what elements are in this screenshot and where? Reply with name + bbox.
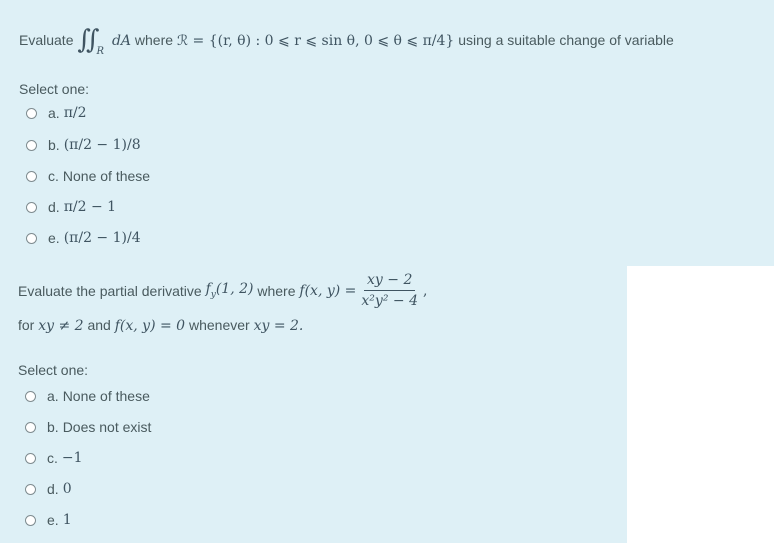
- option-letter: d.: [48, 199, 60, 215]
- option-letter: c.: [47, 450, 58, 466]
- option-letter: b.: [47, 419, 59, 435]
- select-one-label: Select one:: [19, 81, 90, 97]
- option-text: π/2 − 1: [63, 199, 117, 215]
- option-text: None of these: [62, 388, 150, 404]
- option-letter: e.: [48, 230, 60, 246]
- select-one-label: Select one:: [18, 362, 89, 378]
- q1-option-a[interactable]: a. π/2: [26, 105, 87, 121]
- question-2-line-2: for xy ≠ 2 and f(x, y) = 0 whenever xy =…: [18, 317, 303, 334]
- double-integral-symbol: ∬: [77, 25, 99, 55]
- condition-3: xy = 2.: [253, 318, 304, 334]
- option-letter: d.: [47, 481, 59, 497]
- q2-option-a[interactable]: a. None of these: [25, 388, 150, 404]
- region-definition: ℛ = {(r, θ) : 0 ⩽ r ⩽ sin θ, 0 ⩽ θ ⩽ π/4…: [176, 33, 455, 49]
- question-1-prefix: Evaluate: [19, 32, 74, 48]
- integrand: dA: [111, 33, 132, 49]
- radio-button[interactable]: [26, 170, 37, 182]
- radio-button[interactable]: [26, 201, 37, 213]
- option-text: 0: [62, 481, 72, 497]
- question-2-prefix: Evaluate the partial derivative: [18, 282, 202, 299]
- q1-option-c[interactable]: c. None of these: [26, 168, 150, 184]
- where-word: where: [134, 32, 174, 48]
- radio-button[interactable]: [25, 483, 36, 495]
- option-letter: b.: [48, 137, 60, 153]
- option-text: (π/2 − 1)/4: [63, 230, 141, 246]
- radio-button[interactable]: [25, 421, 36, 433]
- q2-option-b[interactable]: b. Does not exist: [25, 419, 151, 435]
- function-definition: f(x, y) =: [299, 282, 357, 299]
- option-letter: a.: [48, 105, 60, 121]
- q1-option-d[interactable]: d. π/2 − 1: [26, 199, 116, 215]
- integral-region: R: [96, 46, 105, 57]
- option-letter: e.: [47, 512, 59, 528]
- where-word: where: [257, 282, 296, 299]
- fraction-numerator: xy − 2: [364, 272, 416, 291]
- radio-button[interactable]: [26, 139, 37, 151]
- comma: ,: [422, 282, 428, 299]
- condition-2: f(x, y) = 0: [114, 318, 186, 334]
- q2-option-d[interactable]: d. 0: [25, 481, 72, 497]
- fraction-denominator: x²y² − 4: [361, 293, 418, 309]
- q2-option-e[interactable]: e. 1: [25, 512, 72, 528]
- option-text: (π/2 − 1)/8: [63, 137, 141, 153]
- q1-option-e[interactable]: e. (π/2 − 1)/4: [26, 230, 141, 246]
- q1-option-b[interactable]: b. (π/2 − 1)/8: [26, 137, 141, 153]
- question-2-line-1: Evaluate the partial derivative fy(1, 2)…: [18, 272, 427, 309]
- question-1-text: Evaluate ∬ R dA where ℛ = {(r, θ) : 0 ⩽ r…: [19, 22, 674, 57]
- option-letter: a.: [47, 388, 59, 404]
- option-text: Does not exist: [62, 419, 152, 435]
- option-text: 1: [62, 512, 72, 528]
- and-word: and: [87, 317, 111, 333]
- condition-1: xy ≠ 2: [38, 318, 84, 334]
- option-text: −1: [61, 450, 83, 466]
- q2-option-c[interactable]: c. −1: [25, 450, 83, 466]
- option-letter: c.: [48, 168, 59, 184]
- radio-button[interactable]: [26, 232, 37, 244]
- radio-button[interactable]: [26, 107, 37, 119]
- question-2-panel: Evaluate the partial derivative fy(1, 2)…: [0, 266, 627, 543]
- whenever-word: whenever: [188, 317, 250, 333]
- question-1-panel: Evaluate ∬ R dA where ℛ = {(r, θ) : 0 ⩽ r…: [0, 0, 774, 266]
- for-word: for: [18, 317, 35, 333]
- radio-button[interactable]: [25, 390, 36, 402]
- option-text: π/2: [63, 105, 87, 121]
- radio-button[interactable]: [25, 452, 36, 464]
- option-text: None of these: [62, 168, 151, 184]
- fraction: xy − 2 x²y² − 4: [358, 272, 421, 309]
- question-1-suffix: using a suitable change of variable: [458, 32, 674, 48]
- radio-button[interactable]: [25, 514, 36, 526]
- partial-derivative-expr: fy(1, 2): [205, 281, 254, 300]
